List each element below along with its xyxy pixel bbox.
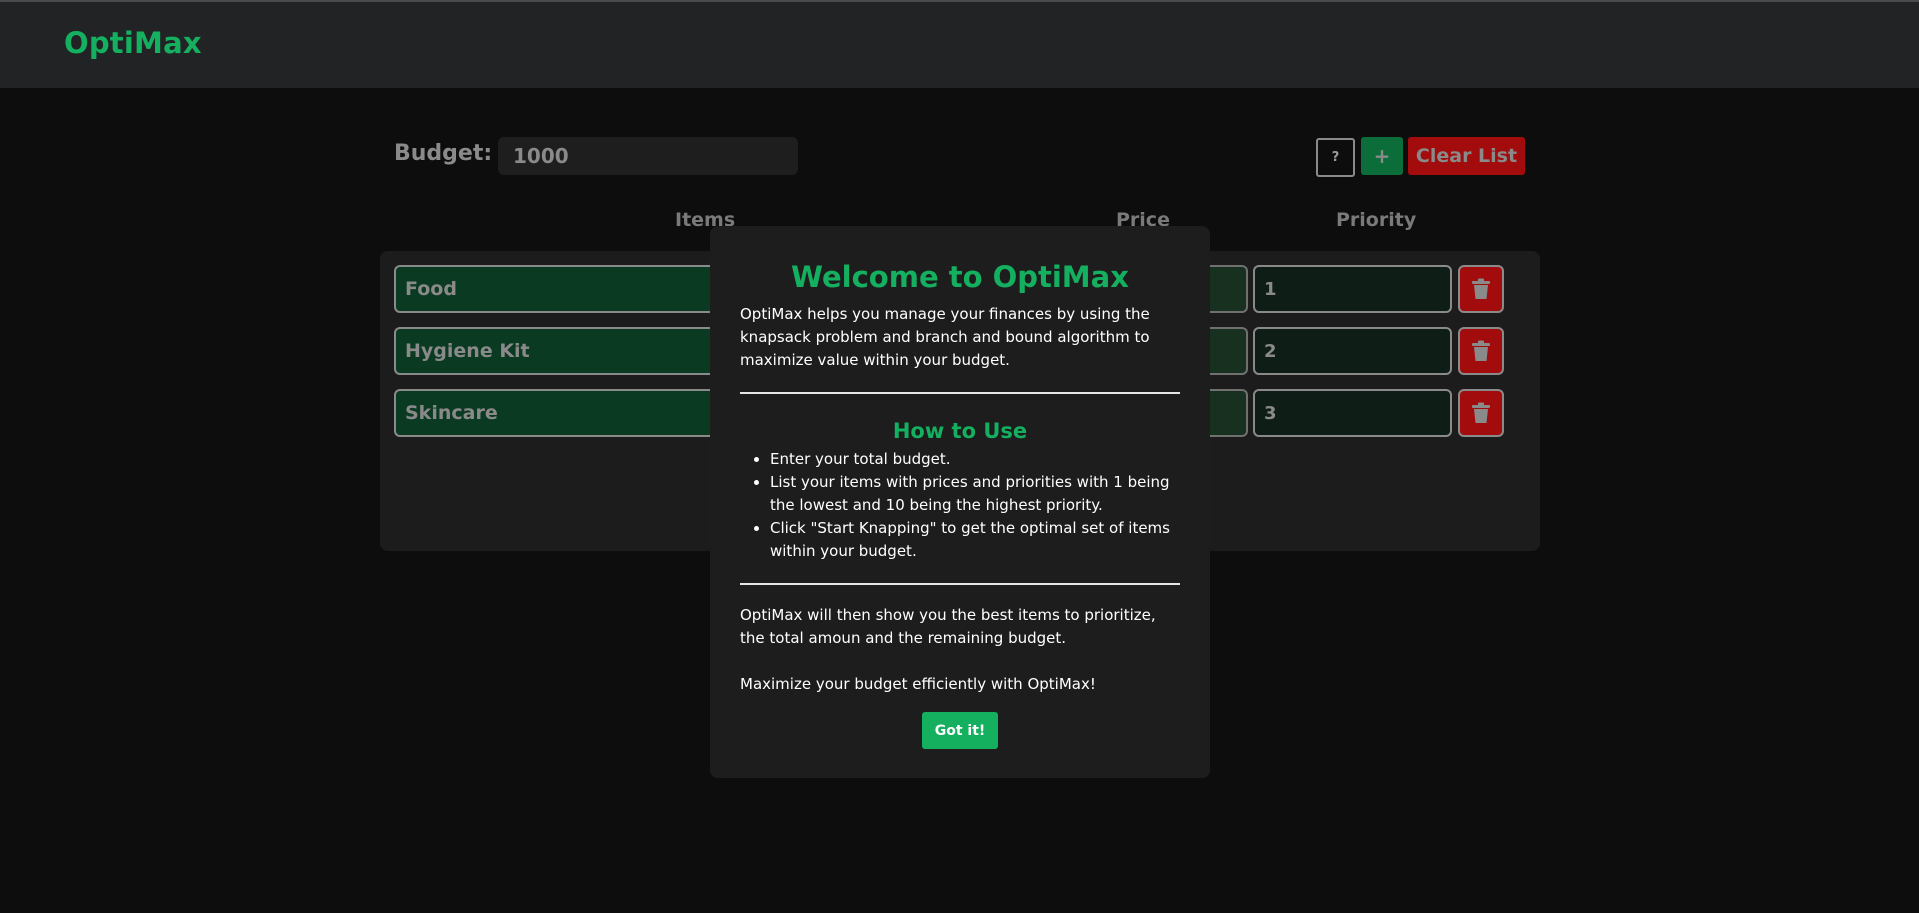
how-to-use-title: How to Use: [892, 419, 1028, 443]
item-name-field[interactable]: Food: [394, 265, 744, 313]
item-priority-field[interactable]: 2: [1253, 327, 1452, 375]
top-bar: OptiMax: [0, 0, 1919, 88]
modal-divider: [740, 583, 1180, 585]
step-item: Click "Start Knapping" to get the optima…: [770, 517, 1175, 563]
budget-input[interactable]: [498, 137, 798, 175]
add-item-button[interactable]: +: [1361, 137, 1403, 175]
modal-intro: OptiMax helps you manage your finances b…: [740, 305, 1150, 369]
item-name-field[interactable]: Skincare: [394, 389, 744, 437]
how-to-use-steps: Enter your total budget. List your items…: [770, 448, 1175, 563]
modal-divider: [740, 392, 1180, 394]
item-name-field[interactable]: Hygiene Kit: [394, 327, 744, 375]
modal-closing: Maximize your budget efficiently with Op…: [740, 675, 1096, 693]
step-item: List your items with prices and prioriti…: [770, 471, 1175, 517]
delete-item-button[interactable]: [1458, 265, 1504, 313]
trash-icon: [1472, 402, 1490, 423]
column-header-priority: Priority: [1336, 209, 1417, 231]
help-button[interactable]: ?: [1316, 138, 1355, 177]
delete-item-button[interactable]: [1458, 327, 1504, 375]
delete-item-button[interactable]: [1458, 389, 1504, 437]
trash-icon: [1472, 278, 1490, 299]
app-logo[interactable]: OptiMax: [64, 26, 202, 60]
clear-list-button[interactable]: Clear List: [1408, 137, 1525, 175]
got-it-button[interactable]: Got it!: [922, 712, 998, 749]
trash-icon: [1472, 340, 1490, 361]
step-item: Enter your total budget.: [770, 448, 1175, 471]
item-priority-field[interactable]: 3: [1253, 389, 1452, 437]
item-priority-field[interactable]: 1: [1253, 265, 1452, 313]
modal-title: Welcome to OptiMax: [791, 260, 1129, 294]
budget-label: Budget:: [394, 141, 493, 166]
modal-outro: OptiMax will then show you the best item…: [740, 606, 1156, 647]
welcome-modal: Welcome to OptiMax OptiMax helps you man…: [710, 226, 1210, 778]
app-root: OptiMax Budget: ? + Clear List Items Pri…: [0, 0, 1919, 913]
